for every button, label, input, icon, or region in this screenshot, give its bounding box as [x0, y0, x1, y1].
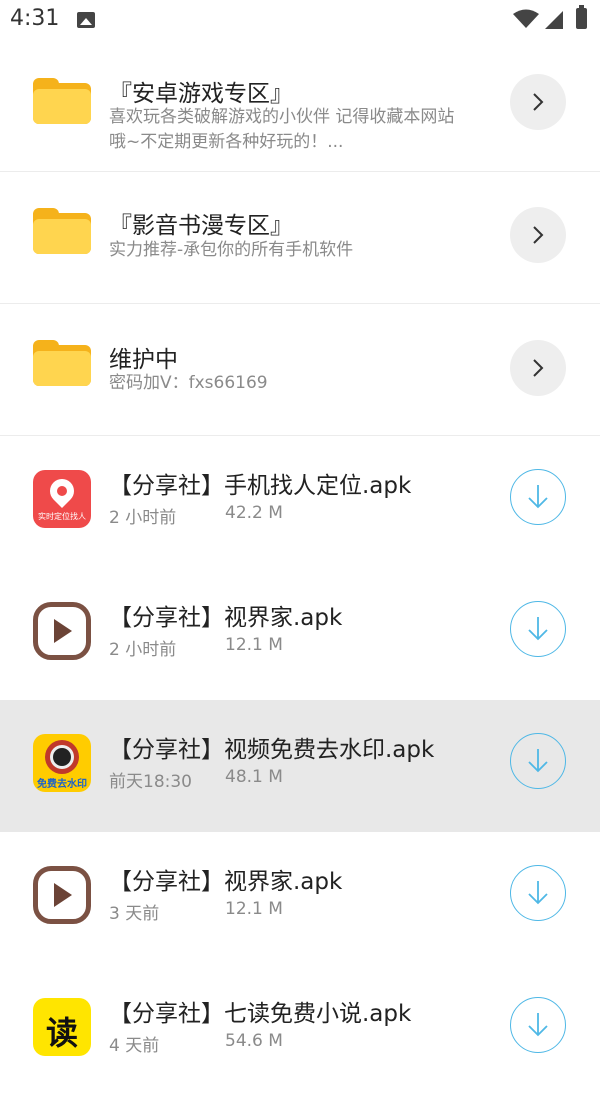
file-time: 2 小时前: [109, 640, 177, 660]
file-size: 12.1 M: [225, 635, 283, 655]
folder-row[interactable]: 『影音书漫专区』 实力推荐-承包你的所有手机软件: [0, 172, 600, 304]
play-icon: [33, 602, 91, 660]
download-button[interactable]: [510, 997, 566, 1053]
file-row-selected[interactable]: 免费去水印 【分享社】视频免费去水印.apk 前天18:30 48.1 M: [0, 700, 600, 832]
chevron-right-icon: [533, 226, 544, 244]
folder-description: 密码加V：fxs66169: [109, 373, 268, 393]
file-title: 【分享社】七读免费小说.apk: [109, 1001, 412, 1027]
file-size: 42.2 M: [225, 503, 283, 523]
status-bar: 4:31: [0, 0, 600, 42]
download-button[interactable]: [510, 733, 566, 789]
file-size: 48.1 M: [225, 767, 283, 787]
file-title: 【分享社】视界家.apk: [109, 869, 343, 895]
download-arrow-icon: [528, 617, 548, 641]
app-icon-glyph: 读: [45, 1014, 78, 1052]
folder-title: 『影音书漫专区』: [109, 213, 293, 239]
camera-lens-icon: 免费去水印: [33, 734, 91, 792]
open-folder-button[interactable]: [510, 207, 566, 263]
battery-icon: [576, 5, 587, 29]
folder-description: 喜欢玩各类破解游戏的小伙伴 记得收藏本网站 哦~不定期更新各种好玩的！...: [109, 105, 454, 155]
file-time: 2 小时前: [109, 508, 177, 528]
folder-icon: [33, 78, 91, 124]
file-title: 【分享社】视界家.apk: [109, 605, 343, 631]
folder-title: 维护中: [109, 347, 178, 373]
image-notification-icon: [77, 12, 95, 28]
folder-icon: [33, 208, 91, 254]
file-title: 【分享社】手机找人定位.apk: [109, 473, 412, 499]
folder-description-line: 哦~不定期更新各种好玩的！...: [109, 132, 344, 152]
open-folder-button[interactable]: [510, 74, 566, 130]
file-row[interactable]: 读 【分享社】七读免费小说.apk 4 天前 54.6 M: [0, 964, 600, 1096]
download-arrow-icon: [528, 485, 548, 509]
folder-description: 实力推荐-承包你的所有手机软件: [109, 240, 354, 260]
app-icon-caption: 免费去水印: [37, 779, 87, 790]
download-arrow-icon: [528, 749, 548, 773]
file-list: 『安卓游戏专区』 喜欢玩各类破解游戏的小伙伴 记得收藏本网站 哦~不定期更新各种…: [0, 42, 600, 1096]
file-row[interactable]: 【分享社】视界家.apk 3 天前 12.1 M: [0, 832, 600, 964]
download-button[interactable]: [510, 469, 566, 525]
folder-icon: [33, 340, 91, 386]
folder-row[interactable]: 『安卓游戏专区』 喜欢玩各类破解游戏的小伙伴 记得收藏本网站 哦~不定期更新各种…: [0, 42, 600, 172]
download-button[interactable]: [510, 601, 566, 657]
folder-row[interactable]: 维护中 密码加V：fxs66169: [0, 304, 600, 436]
app-icon-caption: 实时定位找人: [38, 512, 86, 521]
download-arrow-icon: [528, 1013, 548, 1037]
location-pin-icon: 实时定位找人: [33, 470, 91, 528]
file-title: 【分享社】视频免费去水印.apk: [109, 737, 435, 763]
folder-title: 『安卓游戏专区』: [109, 81, 293, 107]
folder-description-line: 喜欢玩各类破解游戏的小伙伴 记得收藏本网站: [109, 107, 455, 127]
wifi-icon: [513, 9, 539, 28]
status-time: 4:31: [10, 6, 60, 31]
file-size: 12.1 M: [225, 899, 283, 919]
file-row[interactable]: 【分享社】视界家.apk 2 小时前 12.1 M: [0, 568, 600, 700]
play-icon: [33, 866, 91, 924]
open-folder-button[interactable]: [510, 340, 566, 396]
download-button[interactable]: [510, 865, 566, 921]
download-arrow-icon: [528, 881, 548, 905]
file-time: 4 天前: [109, 1036, 160, 1056]
signal-icon: [545, 11, 563, 29]
file-row[interactable]: 实时定位找人 【分享社】手机找人定位.apk 2 小时前 42.2 M: [0, 436, 600, 568]
file-time: 3 天前: [109, 904, 160, 924]
file-time: 前天18:30: [109, 772, 192, 792]
book-read-icon: 读: [33, 998, 91, 1056]
file-size: 54.6 M: [225, 1031, 283, 1051]
chevron-right-icon: [533, 359, 544, 377]
chevron-right-icon: [533, 93, 544, 111]
